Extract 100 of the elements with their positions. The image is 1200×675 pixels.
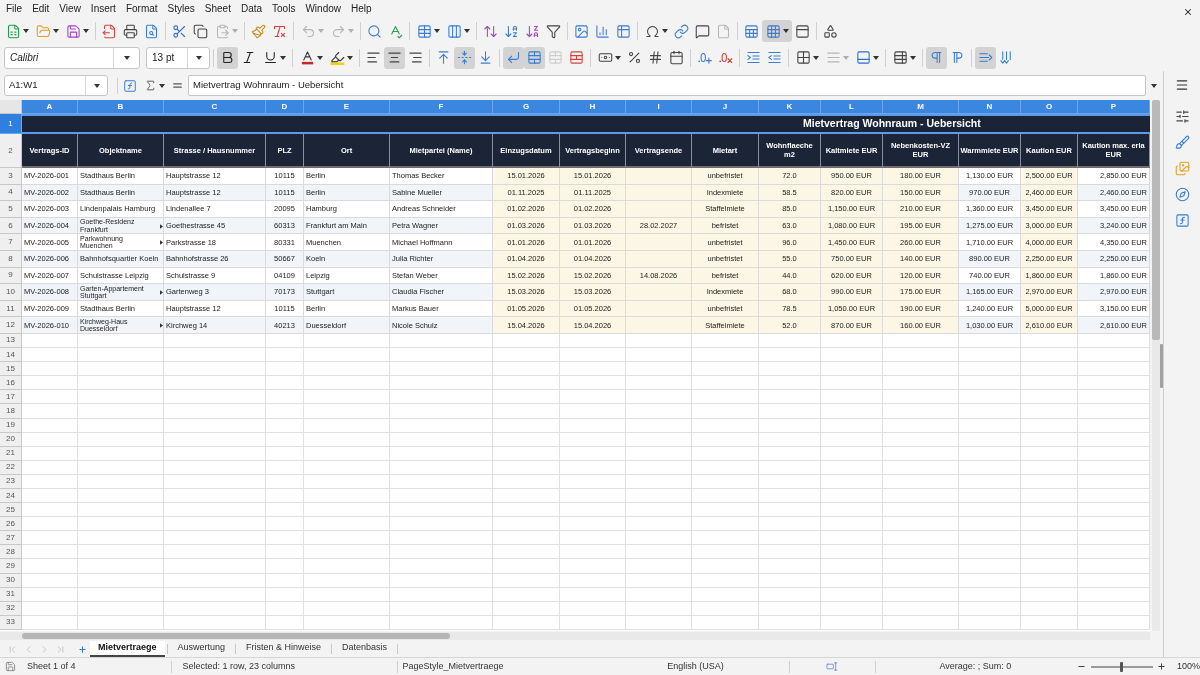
name-box[interactable]: A1:W1	[4, 75, 108, 96]
sliders-icon[interactable]	[1174, 109, 1190, 124]
menu-item[interactable]: File	[1, 1, 28, 17]
column-letter[interactable]: P	[1078, 100, 1150, 114]
row-number[interactable]: 26	[0, 517, 22, 532]
save-icon[interactable]	[5, 661, 17, 672]
line-style-icon	[825, 50, 841, 65]
menu-item[interactable]: Data	[235, 1, 268, 17]
page-icon	[716, 23, 731, 39]
sheet-tab[interactable]: Mietvertraege	[90, 641, 165, 657]
plus-icon	[1157, 662, 1167, 671]
column-letter[interactable]: D	[266, 100, 304, 114]
sort-descending-icon	[525, 23, 540, 39]
close-document-button[interactable]	[1182, 6, 1194, 18]
spellcheck-icon	[388, 23, 403, 39]
row-number[interactable]: 16	[0, 376, 22, 391]
copy-icon	[193, 23, 208, 39]
caret-icon	[346, 55, 353, 60]
window-icon	[795, 23, 810, 39]
sheet-tab[interactable]: Auswertung	[169, 641, 234, 657]
column-letter[interactable]: M	[883, 100, 959, 114]
menu-item[interactable]: Sheet	[199, 1, 236, 17]
column-letter[interactable]: K	[759, 100, 821, 114]
images-icon[interactable]	[1174, 161, 1190, 176]
column-letter[interactable]: L	[821, 100, 883, 114]
caret-icon	[661, 29, 668, 33]
scroll-thumb[interactable]	[1152, 100, 1160, 340]
text-left-to-right-button[interactable]	[975, 46, 996, 69]
row-number[interactable]: 29	[0, 559, 22, 574]
percent-icon	[627, 50, 642, 65]
formula-input[interactable]: Mietvertrag Wohnraum - Uebersicht	[188, 75, 1146, 96]
menu-item[interactable]: Format	[120, 1, 163, 17]
sidebar-toggle-handle[interactable]	[1160, 343, 1163, 388]
file-export-icon	[102, 23, 117, 39]
row-number[interactable]: 7	[0, 234, 22, 251]
menu-item[interactable]: Tools	[267, 1, 301, 17]
row-number[interactable]: 10	[0, 284, 22, 301]
column-letter[interactable]: A	[22, 100, 78, 114]
caret-icon	[463, 29, 470, 33]
close-icon	[1183, 7, 1193, 17]
caret-icon	[347, 29, 354, 33]
compass-icon[interactable]	[1174, 187, 1190, 202]
row-number[interactable]: 27	[0, 531, 22, 546]
column-letter[interactable]: O	[1021, 100, 1078, 114]
border-grid-icon	[795, 50, 811, 65]
brush-icon[interactable]	[1174, 135, 1190, 150]
row-number[interactable]: 25	[0, 503, 22, 518]
align-middle-icon	[457, 50, 472, 65]
column-letter[interactable]: G	[493, 100, 560, 114]
column-letter[interactable]: N	[959, 100, 1021, 114]
border-color-icon	[855, 50, 871, 65]
row-number[interactable]: 1	[0, 114, 22, 134]
highlighter-icon	[329, 50, 345, 65]
menu-item[interactable]: Insert	[85, 1, 121, 17]
bold-button[interactable]	[217, 46, 238, 69]
calendar-icon	[669, 50, 684, 65]
row-number[interactable]: 5	[0, 201, 22, 218]
menu-item[interactable]: Styles	[162, 1, 200, 17]
column-letter[interactable]: B	[78, 100, 164, 114]
column-letter[interactable]: I	[626, 100, 692, 114]
align-middle-button[interactable]	[454, 46, 475, 69]
sheet-tab[interactable]: Fristen & Hinweise	[238, 641, 330, 657]
zoom-slider-thumb[interactable]	[1120, 661, 1124, 672]
caret-icon	[909, 55, 916, 60]
row-number[interactable]: 2	[0, 134, 22, 168]
row-number[interactable]: 3	[0, 168, 22, 185]
align-bottom-icon	[478, 50, 493, 65]
menu-item[interactable]: Edit	[27, 1, 55, 17]
left-to-right-button[interactable]	[926, 46, 947, 69]
vertical-scrollbar[interactable]	[1152, 100, 1160, 631]
selection-info: Selected: 1 row, 23 columns	[182, 659, 295, 673]
row-number[interactable]: 15	[0, 362, 22, 377]
column-letter[interactable]: C	[164, 100, 266, 114]
column-letter[interactable]: E	[304, 100, 390, 114]
zoom-in-button[interactable]	[1157, 660, 1167, 673]
caret-icon	[82, 29, 89, 33]
menu-item[interactable]: Window	[300, 1, 346, 17]
clear-formatting-icon	[272, 23, 287, 39]
caret-icon	[1151, 83, 1157, 88]
row-number[interactable]: 12	[0, 317, 22, 334]
row-number[interactable]: 18	[0, 404, 22, 419]
scroll-thumb[interactable]	[22, 633, 450, 639]
row-number[interactable]: 17	[0, 390, 22, 405]
function-icon[interactable]	[1174, 213, 1190, 228]
file-search-icon	[144, 23, 159, 39]
align-top-icon	[436, 50, 451, 65]
wrap-text-button[interactable]	[503, 46, 524, 69]
font-size-field[interactable]: 13 pt	[146, 46, 210, 69]
sheet-tab[interactable]: Datenbasis	[334, 641, 396, 657]
horizontal-scrollbar[interactable]	[0, 632, 1150, 640]
font-name-field[interactable]: Calibri	[4, 46, 140, 69]
column-letter[interactable]: F	[390, 100, 493, 114]
align-center-button[interactable]	[384, 46, 405, 69]
menu-item[interactable]: Help	[346, 1, 377, 17]
row-number[interactable]: 28	[0, 545, 22, 560]
row-number[interactable]: 14	[0, 348, 22, 363]
merge-center-button[interactable]	[524, 46, 545, 69]
menu-item[interactable]: View	[54, 1, 86, 17]
column-letter[interactable]: H	[560, 100, 626, 114]
column-letter[interactable]: J	[692, 100, 759, 114]
